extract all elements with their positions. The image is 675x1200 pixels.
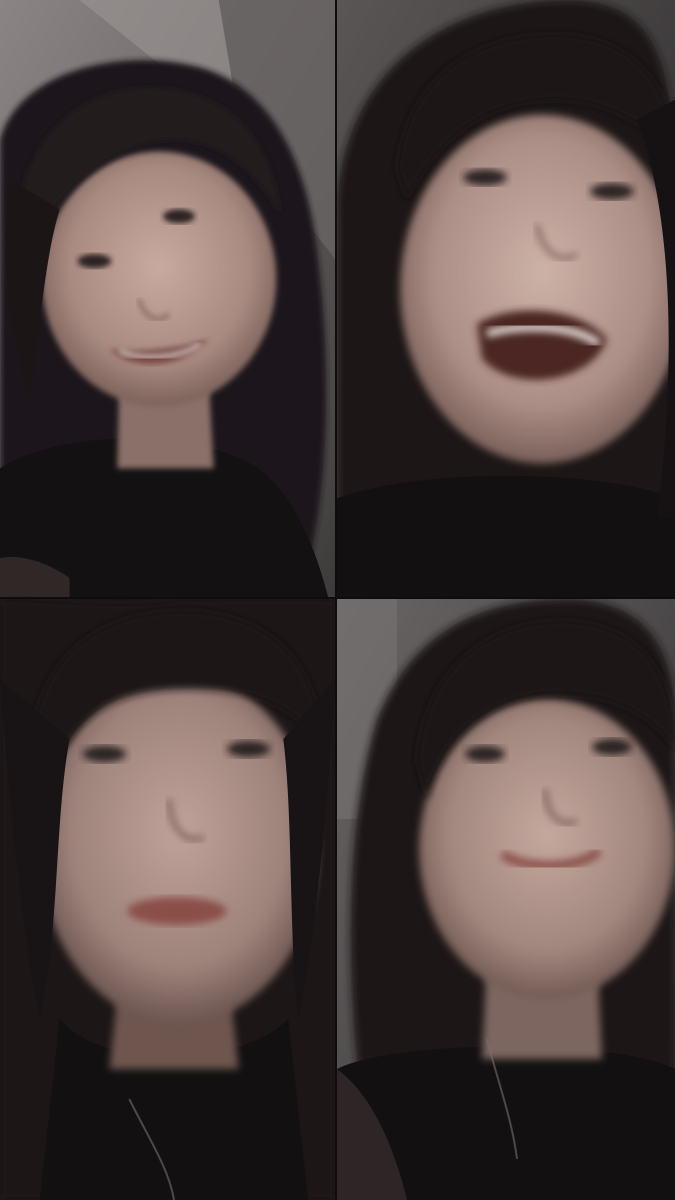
participant-video-tile-1[interactable] [0, 0, 337, 599]
participant-video-frame-3 [0, 599, 335, 1200]
video-grid [0, 0, 675, 1200]
participant-video-frame-2 [337, 0, 675, 597]
participant-video-tile-3[interactable] [0, 599, 337, 1200]
participant-video-tile-4[interactable] [337, 599, 675, 1200]
group-video-call-screen [0, 0, 675, 1200]
participant-video-tile-2[interactable] [337, 0, 675, 599]
participant-video-frame-1 [0, 0, 335, 597]
participant-video-frame-4 [337, 599, 675, 1200]
